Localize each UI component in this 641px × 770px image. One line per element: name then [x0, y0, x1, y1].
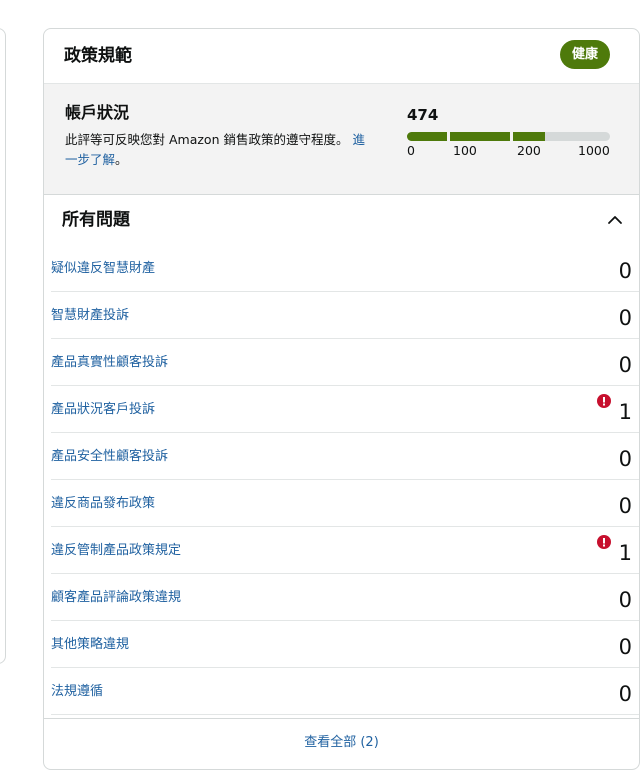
issue-label[interactable]: 其他策略違規 — [51, 633, 129, 652]
description-suffix: 。 — [115, 152, 128, 167]
issue-count: 0 — [618, 353, 632, 377]
issue-label[interactable]: 產品狀況客戶投訴 — [51, 398, 155, 417]
issue-count: 0 — [618, 259, 632, 283]
alert-icon — [597, 394, 611, 408]
issues-header[interactable]: 所有問題 — [44, 195, 639, 245]
issue-count: 0 — [618, 494, 632, 518]
issue-row: 違反商品發布政策 0 — [51, 480, 639, 527]
issue-label[interactable]: 智慧財產投訴 — [51, 304, 129, 323]
scale-label-1000: 1000 — [578, 143, 610, 158]
score-bar-fill — [407, 132, 545, 141]
issue-count: 0 — [618, 447, 632, 471]
issues-title: 所有問題 — [62, 210, 130, 230]
score-bar — [407, 132, 610, 141]
issue-label[interactable]: 產品真實性顧客投訴 — [51, 351, 168, 370]
issue-count: 0 — [618, 306, 632, 330]
issue-count: 0 — [618, 682, 632, 706]
adjacent-card — [0, 28, 6, 664]
score-value: 474 — [407, 106, 439, 124]
issue-row: 產品狀況客戶投訴 1 — [51, 386, 639, 433]
card-header: 政策規範 健康 — [44, 29, 639, 84]
account-health-description: 此評等可反映您對 Amazon 銷售政策的遵守程度。 進一步了解。 — [65, 130, 365, 170]
score-bar-divider — [510, 132, 513, 141]
issue-row: 違反管制產品政策規定 1 — [51, 527, 639, 574]
account-health-title: 帳戶狀況 — [65, 103, 130, 122]
view-all-link[interactable]: 查看全部 (2) — [44, 731, 639, 750]
scale-label-200: 200 — [517, 143, 541, 158]
issue-label[interactable]: 顧客產品評論政策違規 — [51, 586, 181, 605]
issue-row: 顧客產品評論政策違規 0 — [51, 574, 639, 621]
issue-count: 0 — [618, 635, 632, 659]
score-bar-divider — [447, 132, 450, 141]
issue-count: 0 — [618, 588, 632, 612]
issue-row: 智慧財產投訴 0 — [51, 292, 639, 339]
issue-label[interactable]: 疑似違反智慧財產 — [51, 257, 155, 276]
scale-label-100: 100 — [453, 143, 477, 158]
issue-label[interactable]: 產品安全性顧客投訴 — [51, 445, 168, 464]
issue-row: 疑似違反智慧財產 0 — [51, 245, 639, 292]
card-title: 政策規範 — [64, 46, 132, 66]
issue-count: 1 — [618, 400, 632, 424]
scale-label-0: 0 — [407, 143, 415, 158]
issue-list: 疑似違反智慧財產 0 智慧財產投訴 0 產品真實性顧客投訴 0 產品狀況客戶投訴 1 產品安全性… — [44, 245, 639, 715]
issue-row: 產品真實性顧客投訴 0 — [51, 339, 639, 386]
alert-icon — [597, 535, 611, 549]
issue-label[interactable]: 違反商品發布政策 — [51, 492, 155, 511]
status-badge: 健康 — [560, 40, 610, 69]
chevron-up-icon[interactable] — [607, 212, 623, 228]
issue-label[interactable]: 違反管制產品政策規定 — [51, 539, 181, 558]
description-text: 此評等可反映您對 Amazon 銷售政策的遵守程度。 — [65, 132, 349, 147]
card-footer: 查看全部 (2) — [44, 718, 639, 759]
issue-row: 法規遵循 0 — [51, 668, 639, 715]
issue-row: 產品安全性顧客投訴 0 — [51, 433, 639, 480]
issue-row: 其他策略違規 0 — [51, 621, 639, 668]
issue-count: 1 — [618, 541, 632, 565]
issue-label[interactable]: 法規遵循 — [51, 680, 103, 699]
